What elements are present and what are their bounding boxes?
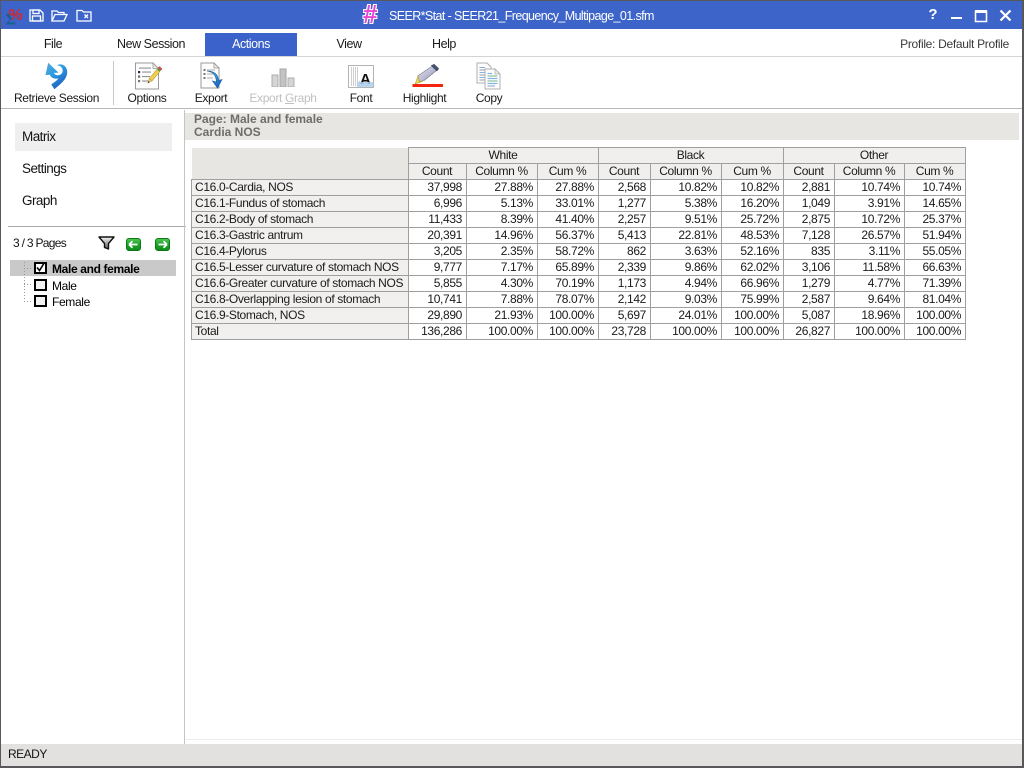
svg-text:%: % [9, 7, 23, 24]
